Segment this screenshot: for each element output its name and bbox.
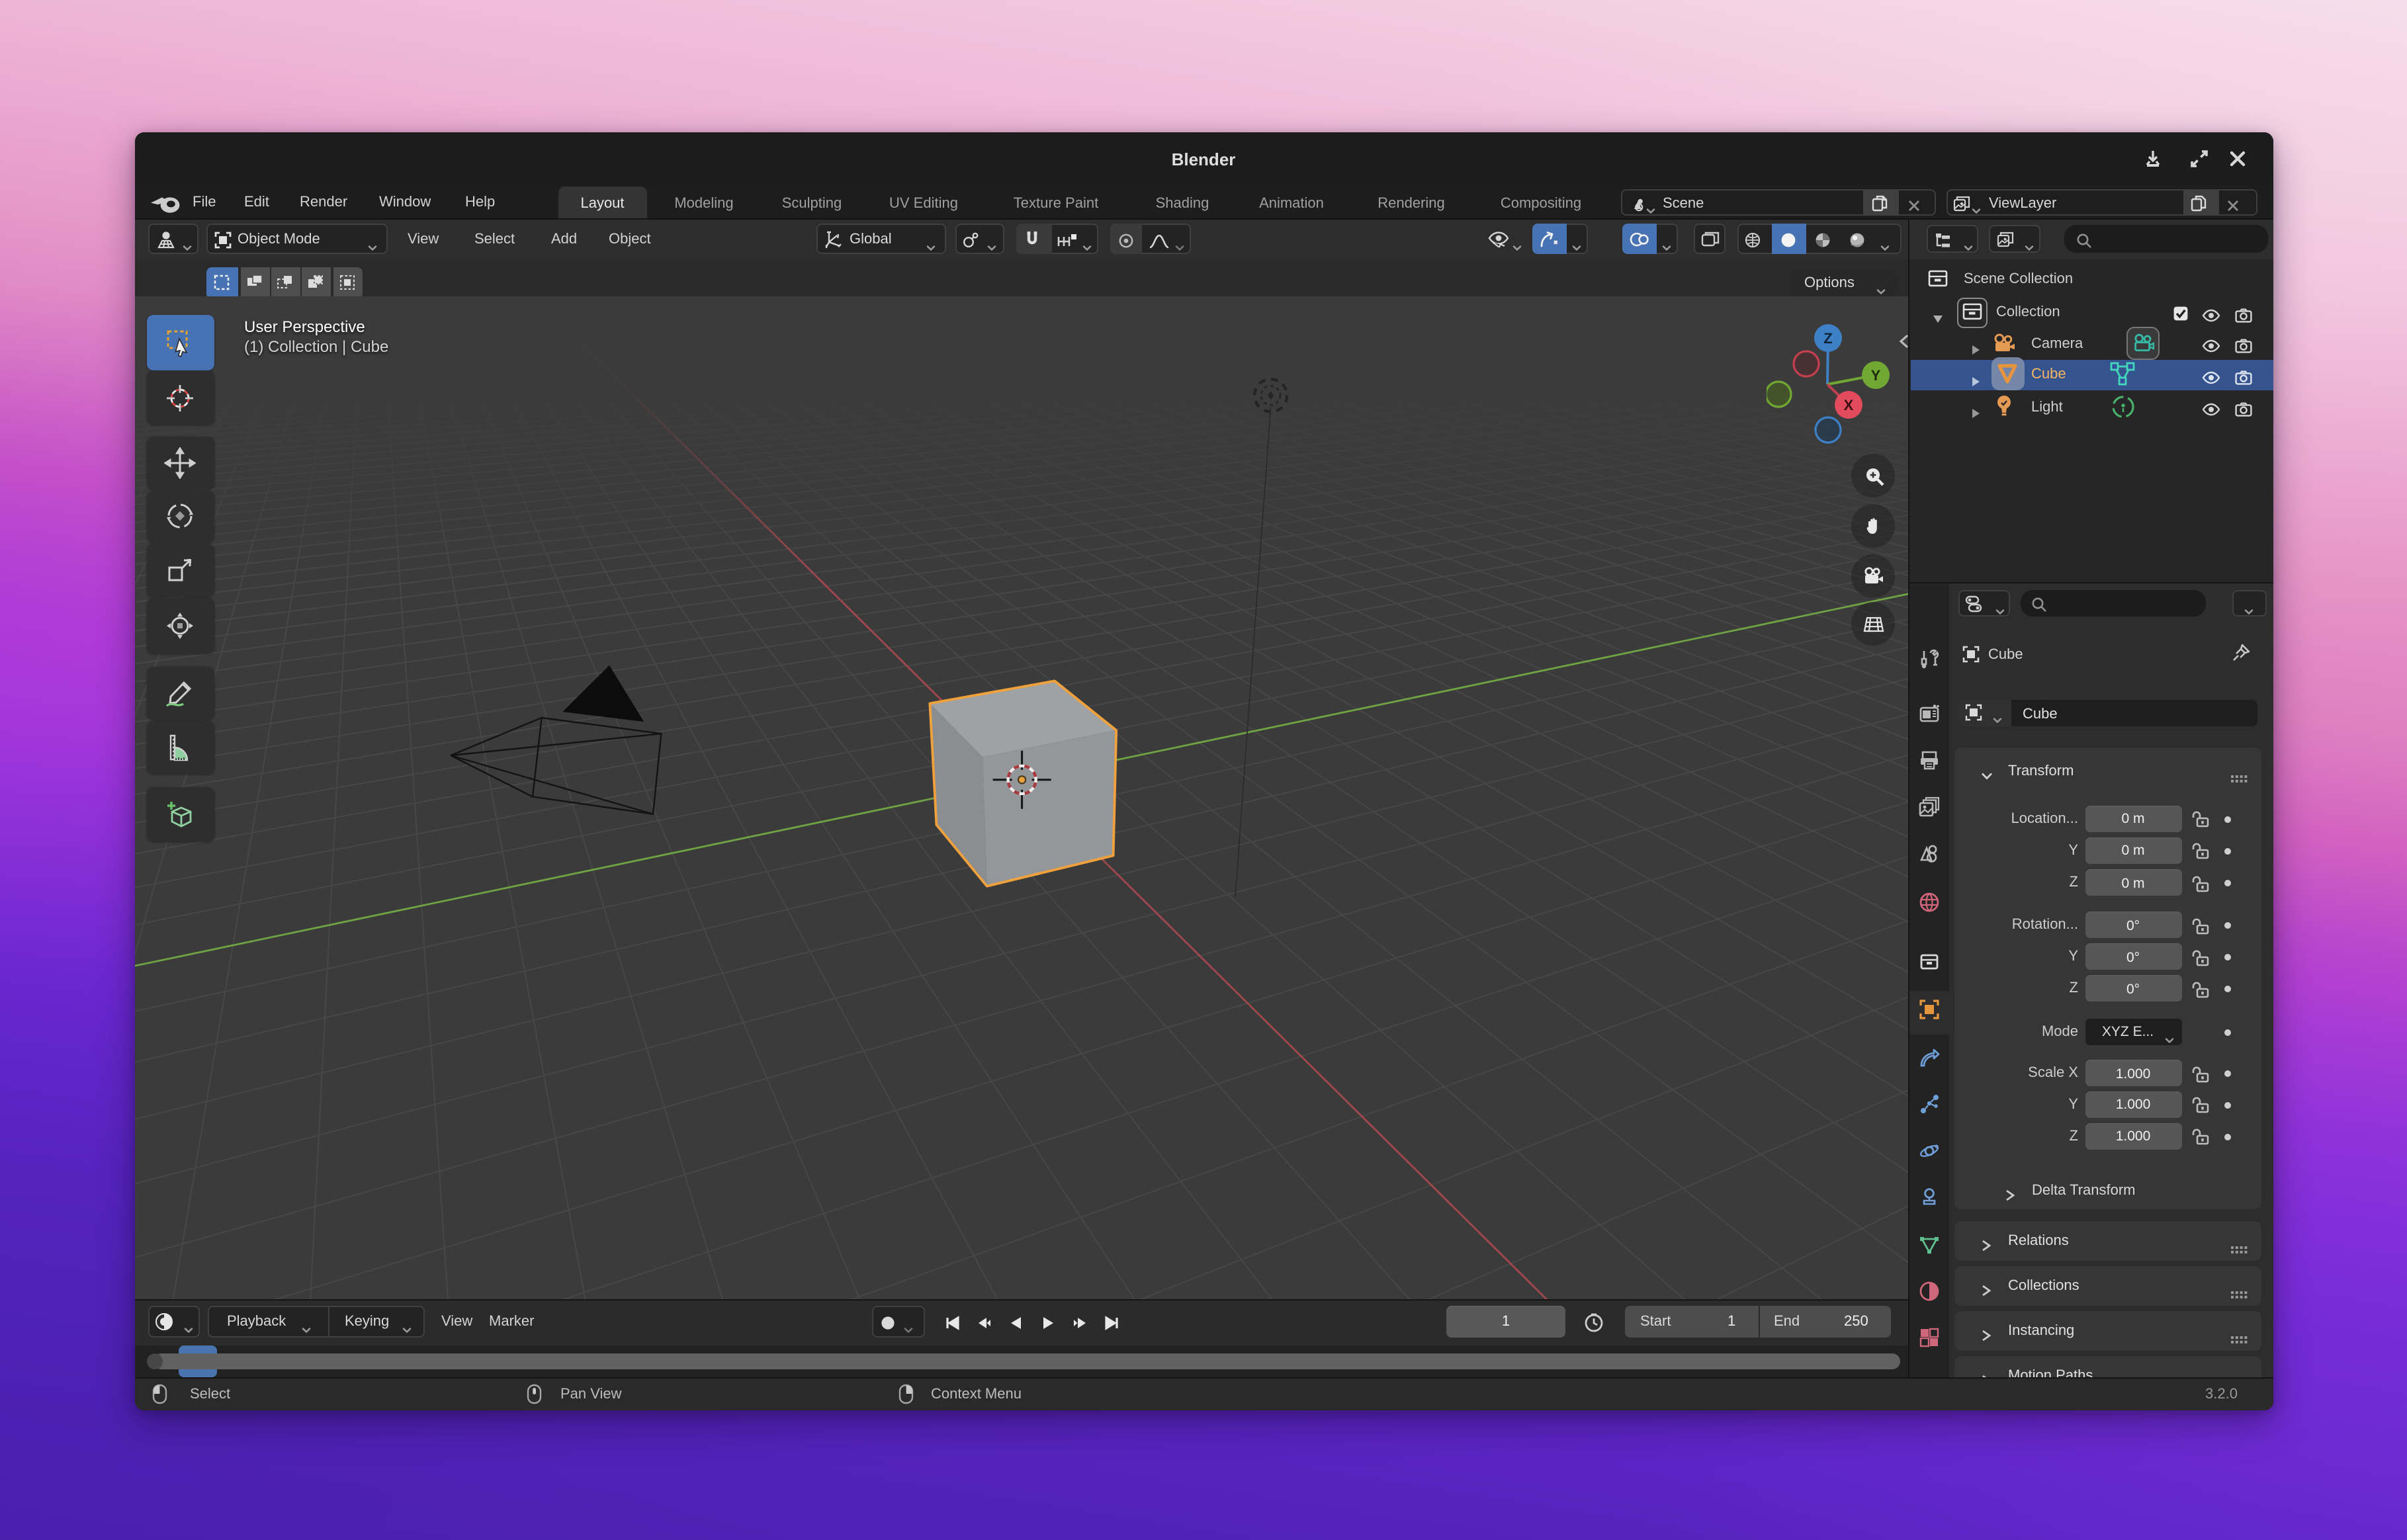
svg-text:Y: Y [1870, 367, 1880, 384]
svg-text:X: X [1843, 397, 1853, 413]
svg-text:Z: Z [1823, 330, 1831, 347]
